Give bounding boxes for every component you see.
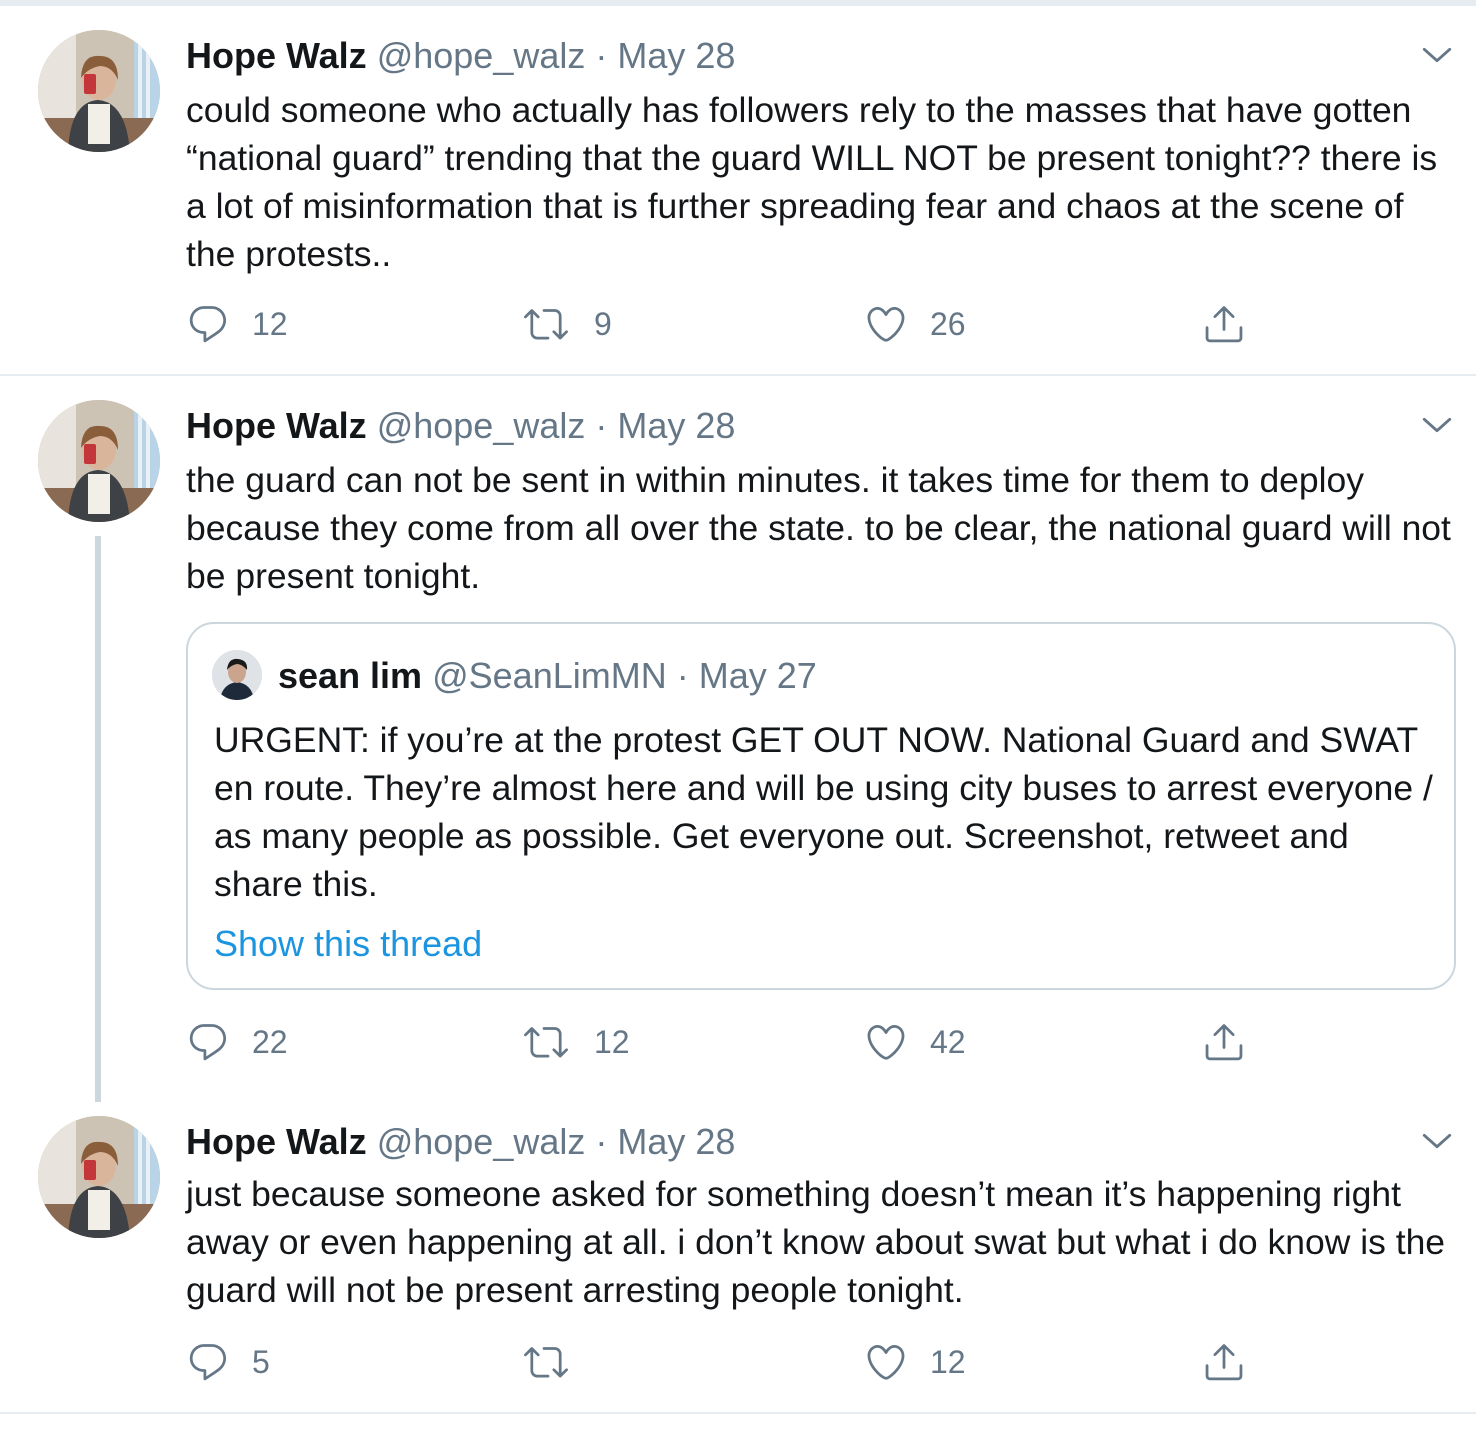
like-icon [864,1020,908,1064]
reply-icon [186,302,230,346]
like-icon [864,1340,908,1384]
handle[interactable]: @SeanLimMN [432,655,667,696]
reply-count: 5 [252,1343,270,1380]
display-name[interactable]: Hope Walz [186,1121,367,1162]
timestamp[interactable]: May 28 [617,1121,735,1162]
reply-button[interactable]: 22 [186,1020,288,1064]
tweet-text: just because someone asked for something… [186,1174,1446,1310]
like-count: 12 [930,1343,966,1380]
display-name[interactable]: Hope Walz [186,35,367,76]
show-thread-link[interactable]: Show this thread [214,922,482,966]
share-icon [1202,1340,1246,1384]
timestamp[interactable]: May 28 [617,405,735,446]
handle[interactable]: @hope_walz [377,35,586,76]
retweet-icon [524,302,568,346]
reply-icon [186,1340,230,1384]
tweet-divider [0,1412,1476,1414]
like-button[interactable]: 12 [864,1340,966,1384]
separator: · [595,35,608,76]
retweet-count: 9 [594,305,612,342]
handle[interactable]: @hope_walz [377,1121,586,1162]
tweet-header: Hope Walz @hope_walz · May 28 [186,1120,735,1164]
avatar[interactable] [212,650,262,700]
display-name[interactable]: Hope Walz [186,405,367,446]
reply-icon [186,1020,230,1064]
chevron-down-icon[interactable] [1420,408,1454,442]
retweet-button[interactable]: 9 [524,302,612,346]
tweet-actions: 12 9 26 [186,302,1266,346]
reply-button[interactable]: 12 [186,302,288,346]
tweet-text: the guard can not be sent in within minu… [186,460,1451,596]
like-count: 26 [930,305,966,342]
tweet-actions: 5 12 [186,1340,1266,1384]
share-icon [1202,1020,1246,1064]
separator: · [595,405,608,446]
retweet-button[interactable]: 12 [524,1020,630,1064]
avatar[interactable] [38,30,160,152]
share-button[interactable] [1202,1020,1246,1064]
reply-button[interactable]: 5 [186,1340,270,1384]
retweet-button[interactable] [524,1340,590,1384]
retweet-icon [524,1340,568,1384]
like-button[interactable]: 26 [864,302,966,346]
share-button[interactable] [1202,302,1246,346]
avatar[interactable] [38,400,160,522]
quoted-tweet[interactable]: sean lim @SeanLimMN · May 27 URGENT: if … [186,622,1456,990]
display-name[interactable]: sean lim [278,655,422,696]
avatar[interactable] [38,1116,160,1238]
share-icon [1202,302,1246,346]
quoted-header: sean lim @SeanLimMN · May 27 [278,654,817,698]
retweet-count: 12 [594,1023,630,1060]
like-icon [864,302,908,346]
timestamp[interactable]: May 27 [699,655,817,696]
tweet-header: Hope Walz @hope_walz · May 28 [186,404,735,448]
chevron-down-icon[interactable] [1420,1124,1454,1158]
like-count: 42 [930,1023,966,1060]
tweet-text: could someone who actually has followers… [186,90,1438,274]
timestamp[interactable]: May 28 [617,35,735,76]
reply-count: 12 [252,305,288,342]
thread-connector [95,536,101,1102]
quoted-text: URGENT: if you’re at the protest GET OUT… [214,720,1433,904]
tweet-header: Hope Walz @hope_walz · May 28 [186,34,735,78]
handle[interactable]: @hope_walz [377,405,586,446]
chevron-down-icon[interactable] [1420,38,1454,72]
separator: · [676,655,689,696]
share-button[interactable] [1202,1340,1246,1384]
tweet-1[interactable]: Hope Walz @hope_walz · May 28 could some… [0,0,1476,376]
tweet-actions: 22 12 42 [186,1020,1266,1064]
tweet-divider [0,374,1476,376]
like-button[interactable]: 42 [864,1020,966,1064]
reply-count: 22 [252,1023,288,1060]
retweet-icon [524,1020,568,1064]
separator: · [595,1121,608,1162]
